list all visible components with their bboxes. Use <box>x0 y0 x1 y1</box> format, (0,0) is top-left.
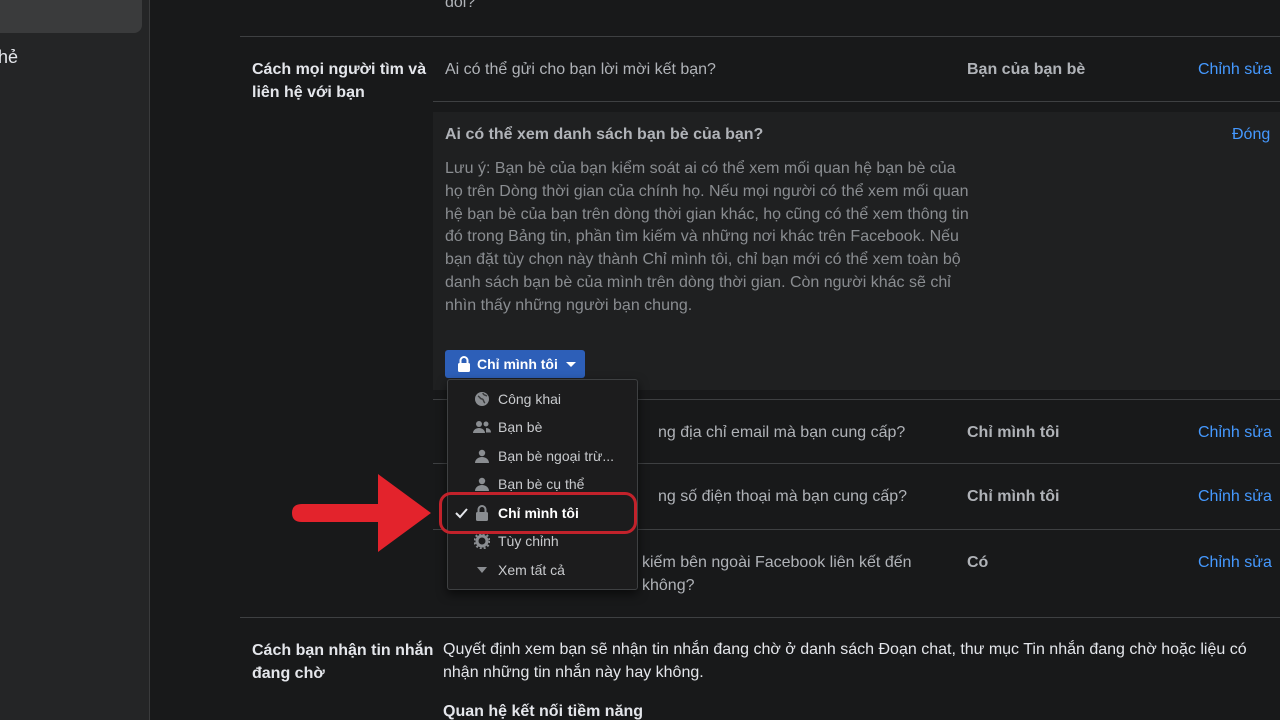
friends-icon <box>473 418 491 436</box>
chevron-down-icon <box>565 361 576 367</box>
row-value-email: Chỉ mình tôi <box>967 424 1060 441</box>
row-value-search-engines: Có <box>967 554 989 571</box>
row-question-friend-requests: Ai có thể gửi cho bạn lời mời kết bạn? <box>445 61 716 78</box>
edit-link-phone[interactable]: Chỉnh sửa <box>1198 488 1272 506</box>
sidebar-item-label[interactable]: hẻ <box>0 47 18 68</box>
messages-description: Quyết định xem bạn sẽ nhận tin nhắn đang… <box>443 641 1247 681</box>
row-question-search-engines: kiếm bên ngoài Facebook liên kết đến <box>642 554 912 571</box>
sidebar-selected-item[interactable] <box>0 0 142 33</box>
row-value-phone: Chỉ mình tôi <box>967 488 1060 505</box>
lock-icon <box>458 356 470 372</box>
audience-dropdown-menu: Công khai Bạn bè Bạn bè ngoại trừ... Bạn… <box>447 379 638 590</box>
dropdown-item-label: Công khai <box>498 391 562 407</box>
previous-row-text: đổi? <box>445 0 476 11</box>
row-question-phone: ng số điện thoại mà bạn cung cấp? <box>658 488 908 505</box>
edit-link-search-engines[interactable]: Chỉnh sửa <box>1198 554 1272 572</box>
dropdown-item-label: Bạn bè cụ thể <box>498 476 585 492</box>
dropdown-item-label: Bạn bè ngoại trừ... <box>498 448 614 464</box>
row-question-search-engines-line2: không? <box>642 577 695 594</box>
left-sidebar: hẻ <box>0 0 150 720</box>
row-value-friend-requests: Bạn của bạn bè <box>967 61 1086 78</box>
close-link[interactable]: Đóng <box>1232 126 1270 144</box>
highlight-box <box>439 492 637 534</box>
gear-icon <box>473 532 491 550</box>
dropdown-item-friends-except[interactable]: Bạn bè ngoại trừ... <box>448 442 637 470</box>
row-divider <box>433 101 1280 102</box>
expanded-title: Ai có thể xem danh sách bạn bè của bạn? <box>445 126 764 143</box>
dropdown-item-label: Xem tất cả <box>498 562 565 578</box>
dropdown-item-friends[interactable]: Bạn bè <box>448 413 637 441</box>
audience-selector-label: Chỉ mình tôi <box>477 356 558 372</box>
specific-friends-icon <box>473 475 491 493</box>
globe-icon <box>473 390 491 408</box>
red-arrow-annotation <box>292 474 431 552</box>
section-divider <box>240 36 1280 37</box>
audience-selector-button[interactable]: Chỉ mình tôi <box>445 350 585 378</box>
dropdown-item-public[interactable]: Công khai <box>448 385 637 413</box>
dropdown-item-label: Bạn bè <box>498 419 543 435</box>
edit-link-friend-requests[interactable]: Chỉnh sửa <box>1198 61 1272 79</box>
section-divider <box>240 617 1280 618</box>
edit-link-email[interactable]: Chỉnh sửa <box>1198 424 1272 442</box>
messages-subheading: Quan hệ kết nối tiềm năng <box>443 703 644 720</box>
caret-down-icon <box>473 561 491 579</box>
section-title-messages: Cách bạn nhận tin nhắn đang chờ <box>252 642 434 682</box>
friends-except-icon <box>473 447 491 465</box>
row-question-email: ng địa chỉ email mà bạn cung cấp? <box>658 424 906 441</box>
expanded-note: Lưu ý: Bạn bè của bạn kiểm soát ai có th… <box>445 160 969 314</box>
section-title-find: Cách mọi người tìm và liên hệ với bạn <box>252 61 427 101</box>
dropdown-item-see-all[interactable]: Xem tất cả <box>448 556 637 584</box>
dropdown-item-label: Tùy chỉnh <box>498 533 559 549</box>
